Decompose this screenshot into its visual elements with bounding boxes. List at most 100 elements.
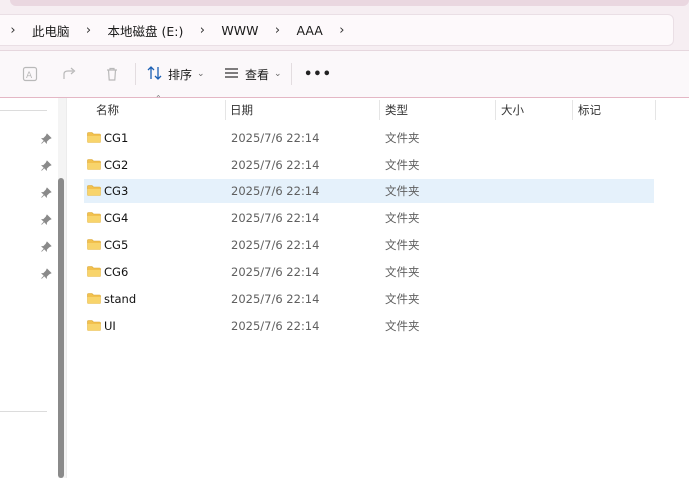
- view-label[interactable]: 查看: [245, 66, 269, 83]
- file-row[interactable]: stand 2025/7/6 22:14 文件夹: [84, 287, 654, 311]
- file-name[interactable]: stand: [104, 287, 136, 311]
- folder-icon: [87, 266, 101, 277]
- file-date: 2025/7/6 22:14: [231, 158, 320, 172]
- column-header-date[interactable]: 日期: [230, 98, 253, 122]
- pin-icon[interactable]: [40, 268, 52, 280]
- pin-icon[interactable]: [40, 214, 52, 226]
- column-resizer[interactable]: [572, 100, 573, 120]
- file-date: 2025/7/6 22:14: [231, 265, 320, 279]
- column-header-type[interactable]: 类型: [385, 98, 408, 122]
- share-icon[interactable]: [58, 61, 82, 87]
- file-date: 2025/7/6 22:14: [231, 131, 320, 145]
- file-name[interactable]: CG2: [104, 153, 128, 177]
- toolbar-divider: [135, 63, 136, 85]
- column-resizer[interactable]: [495, 100, 496, 120]
- pin-icon[interactable]: [40, 133, 52, 145]
- more-icon[interactable]: •••: [304, 67, 332, 82]
- ai-rewrite-icon[interactable]: A: [18, 61, 42, 87]
- chevron-down-icon[interactable]: ⌄: [274, 69, 282, 79]
- file-name[interactable]: CG3: [104, 179, 128, 203]
- view-icon: [224, 67, 239, 82]
- file-row-selected[interactable]: CG3 2025/7/6 22:14 文件夹: [84, 179, 654, 203]
- file-name[interactable]: CG1: [104, 126, 128, 150]
- column-label[interactable]: 日期: [230, 102, 253, 118]
- column-resizer[interactable]: [379, 100, 380, 120]
- folder-icon: [87, 185, 101, 196]
- breadcrumb[interactable]: › 此电脑 › 本地磁盘 (E:) › WWW › AAA ›: [0, 14, 674, 46]
- breadcrumb-label[interactable]: 此电脑: [26, 21, 76, 40]
- breadcrumb-drive-e[interactable]: 本地磁盘 (E:) ›: [102, 21, 216, 40]
- column-label[interactable]: 大小: [501, 102, 524, 118]
- breadcrumb-root[interactable]: ›: [0, 23, 26, 38]
- navigation-pane: [0, 98, 56, 478]
- file-type: 文件夹: [385, 292, 420, 306]
- file-name[interactable]: CG6: [104, 260, 128, 284]
- folder-icon: [87, 320, 101, 331]
- sort-icon: [147, 65, 162, 83]
- chevron-down-icon[interactable]: ⌄: [197, 69, 205, 79]
- column-header-tags[interactable]: 标记: [578, 98, 601, 122]
- breadcrumb-label[interactable]: 本地磁盘 (E:): [102, 21, 190, 40]
- file-date: 2025/7/6 22:14: [231, 211, 320, 225]
- column-header-name[interactable]: 名称: [96, 98, 119, 122]
- sort-button[interactable]: 排序 ⌄: [147, 61, 205, 87]
- file-type: 文件夹: [385, 131, 420, 145]
- pane-divider[interactable]: [66, 98, 67, 478]
- folder-icon: [87, 159, 101, 170]
- chevron-right-icon[interactable]: ›: [189, 23, 215, 38]
- file-type: 文件夹: [385, 265, 420, 279]
- file-row[interactable]: CG1 2025/7/6 22:14 文件夹: [84, 126, 654, 150]
- breadcrumb-aaa[interactable]: AAA ›: [290, 23, 354, 38]
- column-header-size[interactable]: 大小: [501, 98, 524, 122]
- sort-ascending-icon: ⌃: [155, 94, 162, 103]
- file-row[interactable]: CG2 2025/7/6 22:14 文件夹: [84, 153, 654, 177]
- folder-icon: [87, 293, 101, 304]
- file-type: 文件夹: [385, 319, 420, 333]
- column-label[interactable]: 类型: [385, 102, 408, 118]
- file-name[interactable]: UI: [104, 314, 116, 338]
- pin-icon[interactable]: [40, 160, 52, 172]
- column-resizer[interactable]: [225, 100, 226, 120]
- tab-strip: [10, 0, 689, 6]
- file-row[interactable]: CG4 2025/7/6 22:14 文件夹: [84, 206, 654, 230]
- breadcrumb-label[interactable]: AAA: [290, 23, 328, 38]
- toolbar-divider: [291, 63, 292, 85]
- nav-divider: [0, 411, 47, 412]
- chevron-right-icon[interactable]: ›: [264, 23, 290, 38]
- file-type: 文件夹: [385, 184, 420, 198]
- pin-icon[interactable]: [40, 241, 52, 253]
- breadcrumb-www[interactable]: WWW ›: [215, 23, 290, 38]
- command-bar: A 排序 ⌄ 查看 ⌄ •••: [0, 51, 689, 98]
- svg-text:A: A: [26, 71, 33, 81]
- chevron-right-icon[interactable]: ›: [76, 23, 102, 38]
- file-name[interactable]: CG4: [104, 206, 128, 230]
- title-area: › 此电脑 › 本地磁盘 (E:) › WWW › AAA ›: [0, 0, 689, 51]
- column-resizer[interactable]: [655, 100, 656, 120]
- pin-icon[interactable]: [40, 187, 52, 199]
- breadcrumb-this-pc[interactable]: 此电脑 ›: [26, 21, 102, 40]
- column-header-row: ⌃ 名称 日期 类型 大小 标记: [67, 94, 689, 122]
- file-date: 2025/7/6 22:14: [231, 319, 320, 333]
- folder-icon: [87, 132, 101, 143]
- nav-scrollbar-thumb[interactable]: [58, 178, 64, 478]
- chevron-right-icon[interactable]: ›: [329, 23, 355, 38]
- file-row[interactable]: CG5 2025/7/6 22:14 文件夹: [84, 233, 654, 257]
- file-row[interactable]: UI 2025/7/6 22:14 文件夹: [84, 314, 654, 338]
- sort-label[interactable]: 排序: [168, 66, 192, 83]
- file-type: 文件夹: [385, 238, 420, 252]
- file-type: 文件夹: [385, 211, 420, 225]
- folder-icon: [87, 239, 101, 250]
- file-date: 2025/7/6 22:14: [231, 292, 320, 306]
- nav-divider: [0, 110, 47, 111]
- file-row[interactable]: CG6 2025/7/6 22:14 文件夹: [84, 260, 654, 284]
- view-button[interactable]: 查看 ⌄: [224, 61, 282, 87]
- folder-icon: [87, 212, 101, 223]
- chevron-right-icon[interactable]: ›: [0, 23, 26, 38]
- file-type: 文件夹: [385, 158, 420, 172]
- file-name[interactable]: CG5: [104, 233, 128, 257]
- breadcrumb-label[interactable]: WWW: [215, 23, 264, 38]
- column-label[interactable]: 标记: [578, 102, 601, 118]
- more-options-button[interactable]: •••: [304, 61, 332, 87]
- trash-icon[interactable]: [100, 61, 124, 87]
- column-label[interactable]: 名称: [96, 102, 119, 118]
